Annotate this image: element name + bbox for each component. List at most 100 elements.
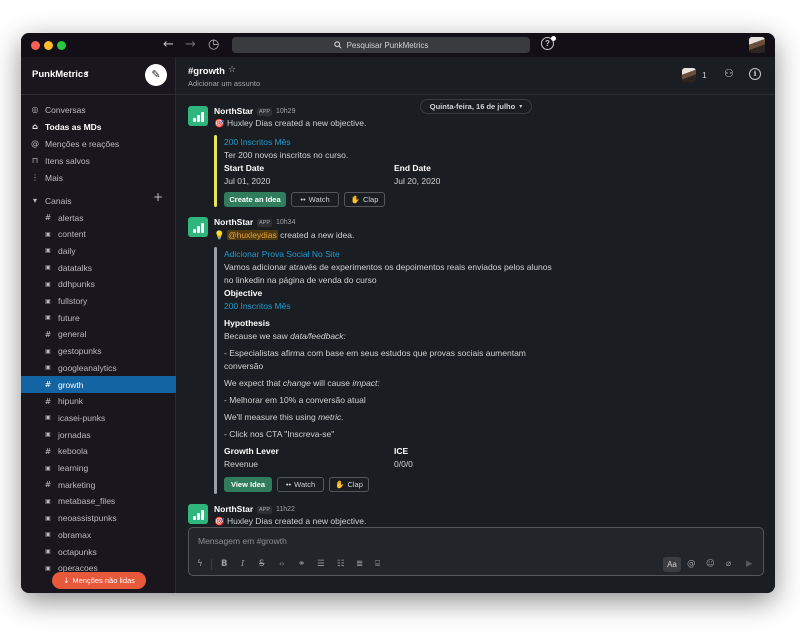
objective-title-link[interactable]: 200 Inscritos Mês	[224, 137, 291, 147]
sidebar-item-todas-as-mds[interactable]: ⌂ Todas as MDs	[21, 118, 176, 135]
sidebar-channel-gestopunks[interactable]: ▣ gestopunks	[21, 343, 176, 360]
channels-label: Canais	[45, 195, 72, 206]
workspace-header[interactable]: PunkMetrics ▾ ✎	[21, 57, 176, 95]
sidebar-channel-growth[interactable]: # growth	[21, 376, 176, 393]
mention-at-icon[interactable]: @	[687, 559, 696, 569]
hypothesis-label: Hypothesis	[224, 318, 270, 328]
objective-label: Objective	[224, 288, 263, 298]
channel-label: gestopunks	[58, 346, 102, 357]
attachment-icon[interactable]: ⌀	[726, 559, 731, 569]
notification-dot	[551, 36, 556, 41]
sidebar-channel-googleanalytics[interactable]: ▣ googleanalytics	[21, 359, 176, 376]
composer-placeholder[interactable]: Mensagem em #growth	[198, 536, 287, 546]
member-avatar[interactable]	[682, 68, 696, 82]
idea-title-link[interactable]: Adicionar Prova Social No Site	[224, 249, 340, 259]
close-window-button[interactable]	[31, 41, 40, 50]
sidebar-channel-datatalks[interactable]: ▣ datatalks	[21, 259, 176, 276]
user-avatar[interactable]	[749, 37, 765, 53]
add-person-icon[interactable]: ⚇	[724, 67, 734, 80]
code-block-icon[interactable]: ⌸	[375, 559, 380, 569]
compose-button[interactable]: ✎	[145, 64, 167, 86]
view-idea-button[interactable]: View Idea	[224, 477, 272, 492]
member-count[interactable]: 1	[702, 70, 707, 80]
bookmark-icon: ⊓	[31, 156, 39, 165]
button-label: Create an Idea	[229, 195, 281, 204]
channel-title[interactable]: #growth	[188, 66, 225, 77]
sidebar-channel-general[interactable]: # general	[21, 326, 176, 343]
sidebar-channel-marketing[interactable]: # marketing	[21, 476, 176, 493]
channel-label: hipunk	[58, 396, 84, 407]
user-mention[interactable]: @huxleydias	[226, 230, 278, 240]
channel-topic[interactable]: Adicionar um assunto	[188, 79, 260, 88]
sidebar-channel-alertas[interactable]: # alertas	[21, 209, 176, 226]
sidebar-item-mencoes[interactable]: @ Menções e reações	[21, 135, 176, 152]
sidebar: PunkMetrics ▾ ✎ ◎ Conversas ⌂ Todas as M…	[21, 57, 176, 593]
message-sender[interactable]: NorthStar	[214, 106, 253, 116]
clock-icon[interactable]: ◷	[208, 37, 219, 52]
chevron-down-icon: ▾	[85, 70, 89, 77]
message-sender[interactable]: NorthStar	[214, 504, 253, 514]
lightbulb-icon: 💡	[214, 231, 225, 241]
arrow-right-icon[interactable]: →	[185, 37, 196, 52]
sidebar-channel-metabase_files[interactable]: ▣ metabase_files	[21, 493, 176, 510]
sidebar-channel-keboola[interactable]: # keboola	[21, 443, 176, 460]
northstar-app-icon[interactable]	[188, 106, 208, 126]
watch-button[interactable]: •• Watch	[291, 192, 339, 207]
bold-icon[interactable]: B	[221, 559, 227, 569]
link-icon[interactable]: ⚭	[298, 559, 305, 569]
growth-lever-label: Growth Lever	[224, 446, 279, 456]
info-icon[interactable]: i	[749, 68, 761, 80]
ordered-list-icon[interactable]: ☰	[317, 559, 325, 569]
sidebar-channel-fullstory[interactable]: ▣ fullstory	[21, 293, 176, 310]
emoji-icon[interactable]: ☺	[706, 559, 715, 569]
formatting-toggle-button[interactable]: Aa	[663, 557, 681, 572]
watch-button[interactable]: •• Watch	[277, 477, 324, 492]
sidebar-item-conversas[interactable]: ◎ Conversas	[21, 101, 176, 118]
clap-icon: ✋	[350, 195, 360, 204]
clap-button[interactable]: ✋ Clap	[329, 477, 369, 492]
sidebar-channel-jornadas[interactable]: ▣ jornadas	[21, 426, 176, 443]
clap-button[interactable]: ✋ Clap	[344, 192, 385, 207]
sidebar-channel-ddhpunks[interactable]: ▣ ddhpunks	[21, 276, 176, 293]
star-icon[interactable]: ☆	[228, 65, 236, 75]
unread-mentions-button[interactable]: ↓ Menções não lidas	[52, 572, 146, 589]
strikethrough-icon[interactable]: S	[259, 559, 264, 569]
italic-icon[interactable]: I	[241, 559, 244, 569]
maximize-window-button[interactable]	[57, 41, 66, 50]
blockquote-icon[interactable]: ≣	[356, 559, 363, 569]
bullet-list-icon[interactable]: ☷	[337, 559, 345, 569]
code-icon[interactable]: ‹›	[279, 560, 285, 568]
workspace-name[interactable]: PunkMetrics	[32, 69, 89, 80]
sidebar-channel-learning[interactable]: ▣ learning	[21, 460, 176, 477]
sidebar-channel-icasei-punks[interactable]: ▣ icasei-punks	[21, 409, 176, 426]
send-icon[interactable]: ▶	[746, 559, 753, 569]
sidebar-channel-hipunk[interactable]: # hipunk	[21, 393, 176, 410]
sidebar-item-mais[interactable]: ⋮ Mais	[21, 169, 176, 186]
sidebar-item-itens-salvos[interactable]: ⊓ Itens salvos	[21, 152, 176, 169]
sidebar-channel-content[interactable]: ▣ content	[21, 226, 176, 243]
sidebar-channel-octapunks[interactable]: ▣ octapunks	[21, 543, 176, 560]
objective-link[interactable]: 200 Inscritos Mês	[224, 301, 291, 311]
more-vertical-icon: ⋮	[31, 173, 39, 182]
lightning-icon[interactable]: ϟ	[197, 559, 203, 569]
sidebar-channel-neoassistpunks[interactable]: ▣ neoassistpunks	[21, 510, 176, 527]
message-composer[interactable]: Mensagem em #growth ϟ B I S ‹› ⚭ ☰ ☷ ≣ ⌸…	[188, 527, 764, 576]
hash-icon: #	[44, 480, 52, 490]
add-channel-icon[interactable]: +	[153, 190, 163, 204]
minimize-window-button[interactable]	[44, 41, 53, 50]
sidebar-channel-future[interactable]: ▣ future	[21, 309, 176, 326]
date-divider[interactable]: Quinta-feira, 16 de julho ▾	[420, 99, 532, 114]
message-sender[interactable]: NorthStar	[214, 217, 253, 227]
create-idea-button[interactable]: Create an Idea	[224, 192, 286, 207]
message-time[interactable]: 10h34	[276, 219, 295, 226]
message-time[interactable]: 11h22	[276, 506, 295, 513]
channel-label: marketing	[58, 479, 96, 490]
northstar-app-icon[interactable]	[188, 504, 208, 524]
search-input[interactable]: Pesquisar PunkMetrics	[232, 37, 530, 53]
message-time[interactable]: 10h29	[276, 108, 295, 115]
unread-mentions-label: Menções não lidas	[72, 576, 135, 585]
sidebar-channel-daily[interactable]: ▣ daily	[21, 242, 176, 259]
sidebar-channel-obramax[interactable]: ▣ obramax	[21, 526, 176, 543]
northstar-app-icon[interactable]	[188, 217, 208, 237]
arrow-left-icon[interactable]: ←	[163, 37, 174, 52]
